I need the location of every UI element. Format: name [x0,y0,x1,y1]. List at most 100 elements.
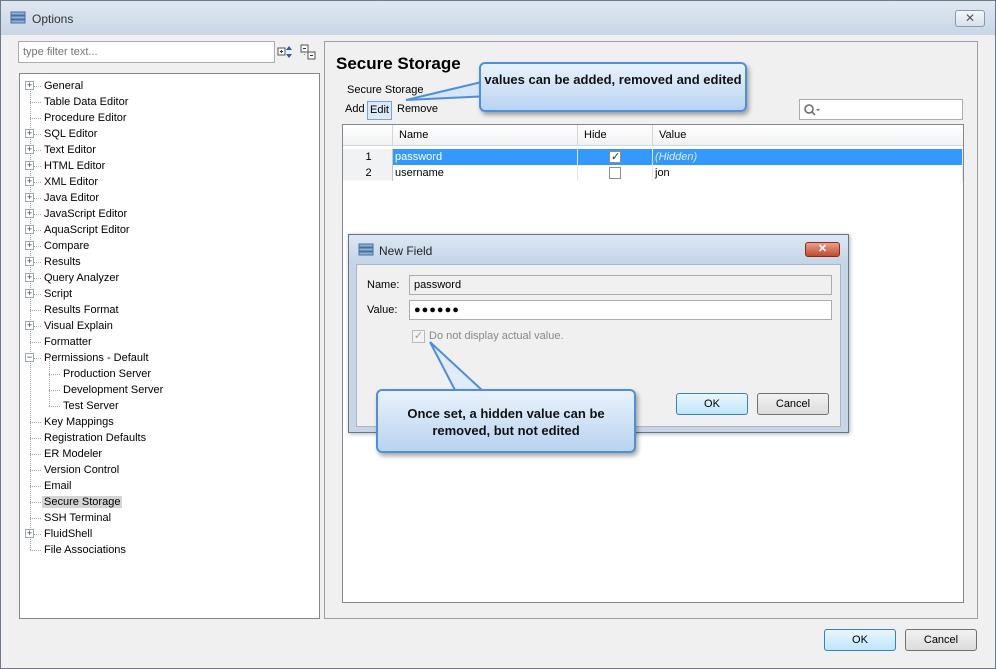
tree-item[interactable]: Visual Explain [42,318,115,334]
expand-toggle-icon[interactable]: + [25,81,34,90]
tree-item[interactable]: Permissions - Default [42,350,151,366]
table-row[interactable]: 2 username jon [343,165,963,181]
tree-item-label: Results [44,256,81,268]
add-button[interactable]: Add [343,101,367,120]
hide-cell[interactable] [578,165,653,181]
dialog-close-button[interactable]: ✕ [805,242,840,257]
expand-toggle-icon[interactable]: + [25,321,34,330]
expand-toggle-icon[interactable]: + [25,209,34,218]
tree-item[interactable]: Java Editor [42,190,101,206]
tree-item[interactable]: FluidShell [42,526,94,542]
value-column-header[interactable]: Value [653,125,963,146]
collapse-all-icon[interactable] [299,43,317,61]
ok-button[interactable]: OK [824,629,896,651]
edit-button[interactable]: Edit [367,101,392,120]
expand-toggle-icon[interactable]: + [25,161,34,170]
tree-item-label: Secure Storage [42,496,123,508]
table-search-input[interactable] [799,99,963,120]
tree-item[interactable]: Secure Storage [42,494,123,510]
tree-connector [49,406,60,407]
tree-item[interactable]: Results Format [42,302,121,318]
tree-item[interactable]: SQL Editor [42,126,99,142]
tree-item-label: JavaScript Editor [44,208,128,220]
expand-toggle-icon[interactable]: + [25,145,34,154]
collapse-toggle-icon[interactable]: − [25,353,34,362]
title-bar: Options ✕ [1,1,995,35]
expand-toggle-icon[interactable]: + [25,193,34,202]
expand-all-icon[interactable] [277,43,295,61]
name-cell[interactable]: username [393,165,578,181]
options-tree[interactable]: General + Table Data Editor Procedure Edito… [19,73,320,619]
tree-item[interactable]: Procedure Editor [42,110,129,126]
tree-item-label: File Associations [44,544,126,556]
name-cell[interactable]: password [393,149,578,165]
tree-item-label: HTML Editor [44,160,106,172]
expand-toggle-icon[interactable]: + [25,225,34,234]
tree-item-label: Query Analyzer [44,272,120,284]
value-field[interactable] [409,300,832,320]
tree-item[interactable]: Text Editor [42,142,98,158]
tree-item[interactable]: Version Control [42,462,121,478]
value-cell[interactable]: jon [653,165,963,181]
tree-item[interactable]: Test Server [61,398,121,414]
tree-item-label: Compare [44,240,90,252]
tree-item-label: Key Mappings [44,416,114,428]
tree-item[interactable]: SSH Terminal [42,510,113,526]
hide-checkbox[interactable] [609,149,621,165]
tree-item[interactable]: ER Modeler [42,446,104,462]
hide-value-checkbox[interactable]: ✓ [412,330,425,343]
tree-item[interactable]: HTML Editor [42,158,107,174]
tree-item-label: Registration Defaults [44,432,147,444]
expand-toggle-icon[interactable]: + [25,273,34,282]
hide-cell[interactable] [578,149,653,165]
database-icon [10,11,26,24]
tree-item-label: Email [44,480,72,492]
tree-connector [30,118,41,119]
tree-item[interactable]: Key Mappings [42,414,116,430]
tree-item[interactable]: AquaScript Editor [42,222,132,238]
tree-item[interactable]: Results [42,254,83,270]
tree-item[interactable]: File Associations [42,542,128,558]
callout-top: values can be added, removed and edited [479,62,747,112]
expand-toggle-icon[interactable]: + [25,129,34,138]
tree-item[interactable]: Email [42,478,74,494]
tree-item[interactable]: Registration Defaults [42,430,148,446]
tree-item-label: Version Control [44,464,120,476]
tree-item-label: Formatter [44,336,92,348]
tree-item-label: SSH Terminal [44,512,112,524]
tree-item[interactable]: Formatter [42,334,94,350]
cancel-button[interactable]: Cancel [905,629,977,651]
tree-connector [30,454,41,455]
expand-toggle-icon[interactable]: + [25,241,34,250]
row-number-header [343,125,393,146]
value-cell[interactable]: (Hidden) [653,149,963,165]
callout-bottom-tail [429,341,487,393]
tree-item[interactable]: General [42,78,85,94]
tree-connector [30,310,41,311]
table-row[interactable]: 1 password (Hidden) [343,149,963,165]
expand-toggle-icon[interactable]: + [25,289,34,298]
expand-toggle-icon[interactable]: + [25,257,34,266]
tree-item[interactable]: Table Data Editor [42,94,130,110]
hide-column-header[interactable]: Hide [578,125,653,146]
dialog-title: New Field [379,244,433,258]
tree-item[interactable]: JavaScript Editor [42,206,129,222]
filter-input[interactable] [18,41,275,63]
tree-item[interactable]: Script [42,286,74,302]
window-close-button[interactable]: ✕ [955,10,985,27]
row-number: 2 [343,165,393,181]
tree-item[interactable]: XML Editor [42,174,100,190]
tree-item[interactable]: Development Server [61,382,165,398]
dialog-cancel-button[interactable]: Cancel [757,393,829,415]
expand-toggle-icon[interactable]: + [25,529,34,538]
dialog-ok-button[interactable]: OK [676,393,748,415]
tree-item[interactable]: Query Analyzer [42,270,121,286]
tree-item-label: FluidShell [44,528,93,540]
name-column-header[interactable]: Name [393,125,578,146]
tree-item[interactable]: Production Server [61,366,153,382]
tree-item[interactable]: Compare [42,238,91,254]
hide-checkbox[interactable] [609,167,621,179]
callout-bottom: Once set, a hidden value can be removed,… [376,389,636,453]
window-title: Options [32,12,74,26]
expand-toggle-icon[interactable]: + [25,177,34,186]
